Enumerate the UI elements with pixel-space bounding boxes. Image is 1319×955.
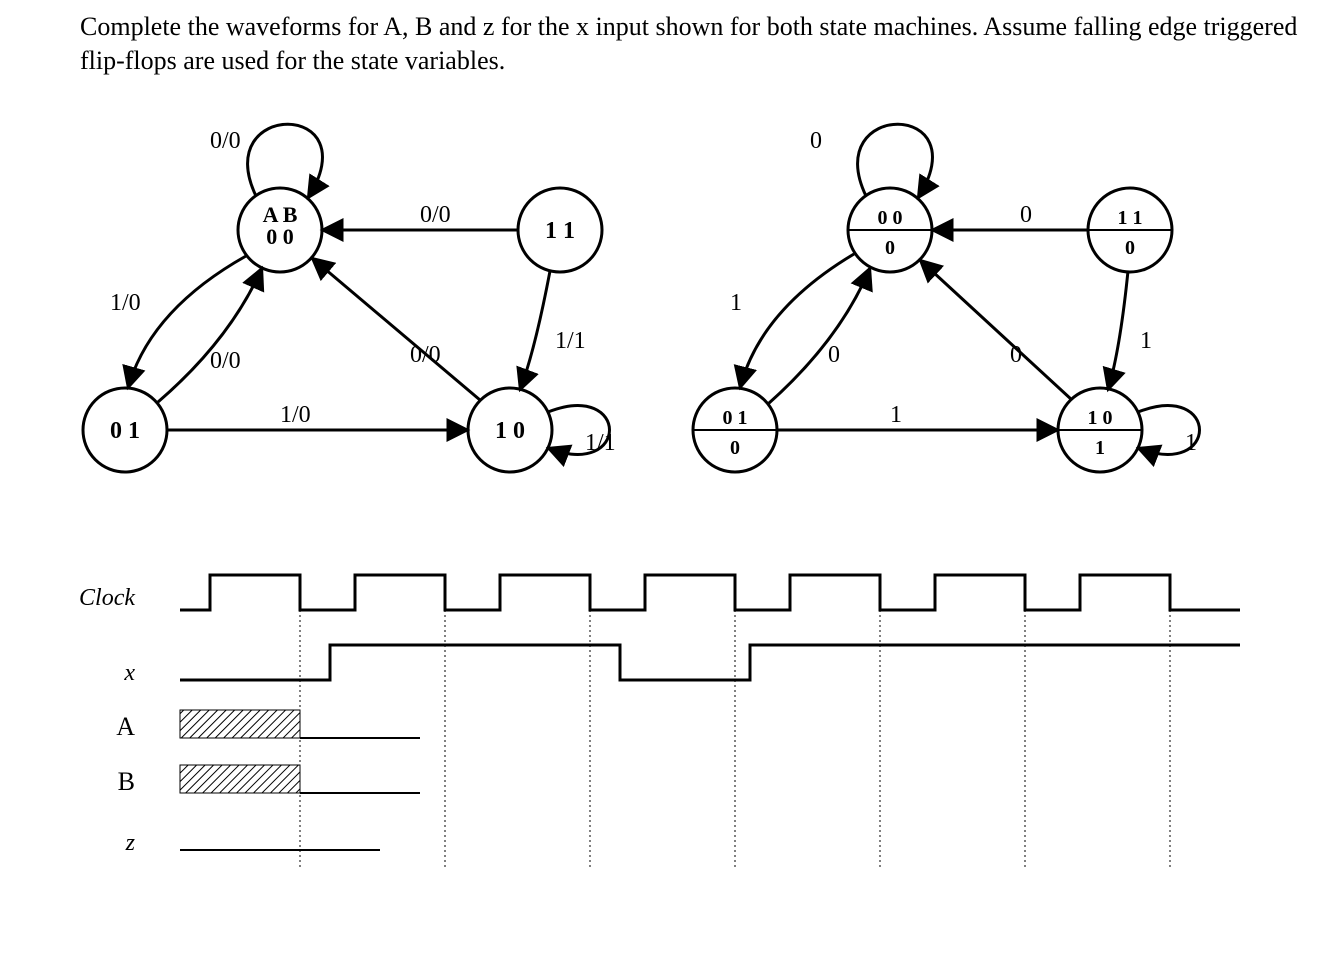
mealy-diagram: A B 0 0 1 1 0 1 1 0 0/0 1/0 0/0 1/0 0/0 …: [70, 110, 690, 510]
state-11-m-out: 0: [1125, 237, 1135, 259]
edge-01-10-label: 1/0: [280, 402, 311, 428]
edge-10-00-m-label: 0: [1010, 342, 1022, 368]
edge-01-00-m-label: 0: [828, 342, 840, 368]
label-B: B: [118, 767, 135, 796]
edge-11-00-label: 0/0: [420, 202, 451, 228]
edge-00-self-label: 0/0: [210, 128, 241, 154]
label-A: A: [116, 712, 135, 741]
state-11-label: 1 1: [545, 218, 575, 244]
waveform-area: Clock x A B z: [80, 550, 1280, 930]
state-10-label: 1 0: [495, 418, 525, 444]
label-z: z: [125, 830, 136, 856]
edge-00-self-m-label: 0: [810, 128, 822, 154]
edge-01-00: [158, 268, 262, 402]
edge-10-self-label: 1/1: [585, 430, 616, 456]
state-01-m: 0 1 0: [693, 388, 777, 472]
A-unknown: [180, 710, 300, 738]
edge-10-00-label: 0/0: [410, 342, 441, 368]
state-00-m: 0 0 0: [848, 188, 932, 272]
state-01-m-label: 0 1: [723, 407, 748, 429]
edge-10-00-m: [920, 260, 1072, 400]
label-clock: Clock: [80, 585, 135, 611]
state-00-m-out: 0: [885, 237, 895, 259]
state-11-m-label: 1 1: [1118, 207, 1143, 229]
edge-11-10: [520, 271, 550, 390]
edge-10-00: [312, 258, 480, 400]
state-00-m-label: 0 0: [878, 207, 903, 229]
edge-11-10-m: [1108, 271, 1128, 390]
instructions-text: Complete the waveforms for A, B and z fo…: [80, 10, 1299, 78]
x-waveform: [180, 645, 1240, 680]
state-01-label: 0 1: [110, 418, 140, 444]
edge-01-00-m: [768, 268, 870, 404]
edge-11-00-m-label: 0: [1020, 202, 1032, 228]
edge-01-00-label: 0/0: [210, 348, 241, 374]
edge-11-10-m-label: 1: [1140, 328, 1152, 354]
state-01-m-out: 0: [730, 437, 740, 459]
moore-diagram: 0 0 0 1 1 0 0 1 0 1 0 1 0 1: [640, 110, 1260, 510]
edge-00-01-m-label: 1: [730, 290, 742, 316]
edge-01-10-m-label: 1: [890, 402, 902, 428]
state-00-label2: 0 0: [266, 224, 294, 249]
state-10-m-out: 1: [1095, 437, 1105, 459]
page: Complete the waveforms for A, B and z fo…: [0, 0, 1319, 955]
falling-edge-lines: [300, 610, 1170, 870]
label-x: x: [123, 660, 135, 686]
edge-10-self-m-label: 1: [1185, 430, 1197, 456]
edge-00-01-label: 1/0: [110, 290, 141, 316]
B-unknown: [180, 765, 300, 793]
state-11-m: 1 1 0: [1088, 188, 1172, 272]
clock-waveform: [180, 575, 1240, 610]
state-10-m-label: 1 0: [1088, 407, 1113, 429]
edge-11-10-label: 1/1: [555, 328, 586, 354]
